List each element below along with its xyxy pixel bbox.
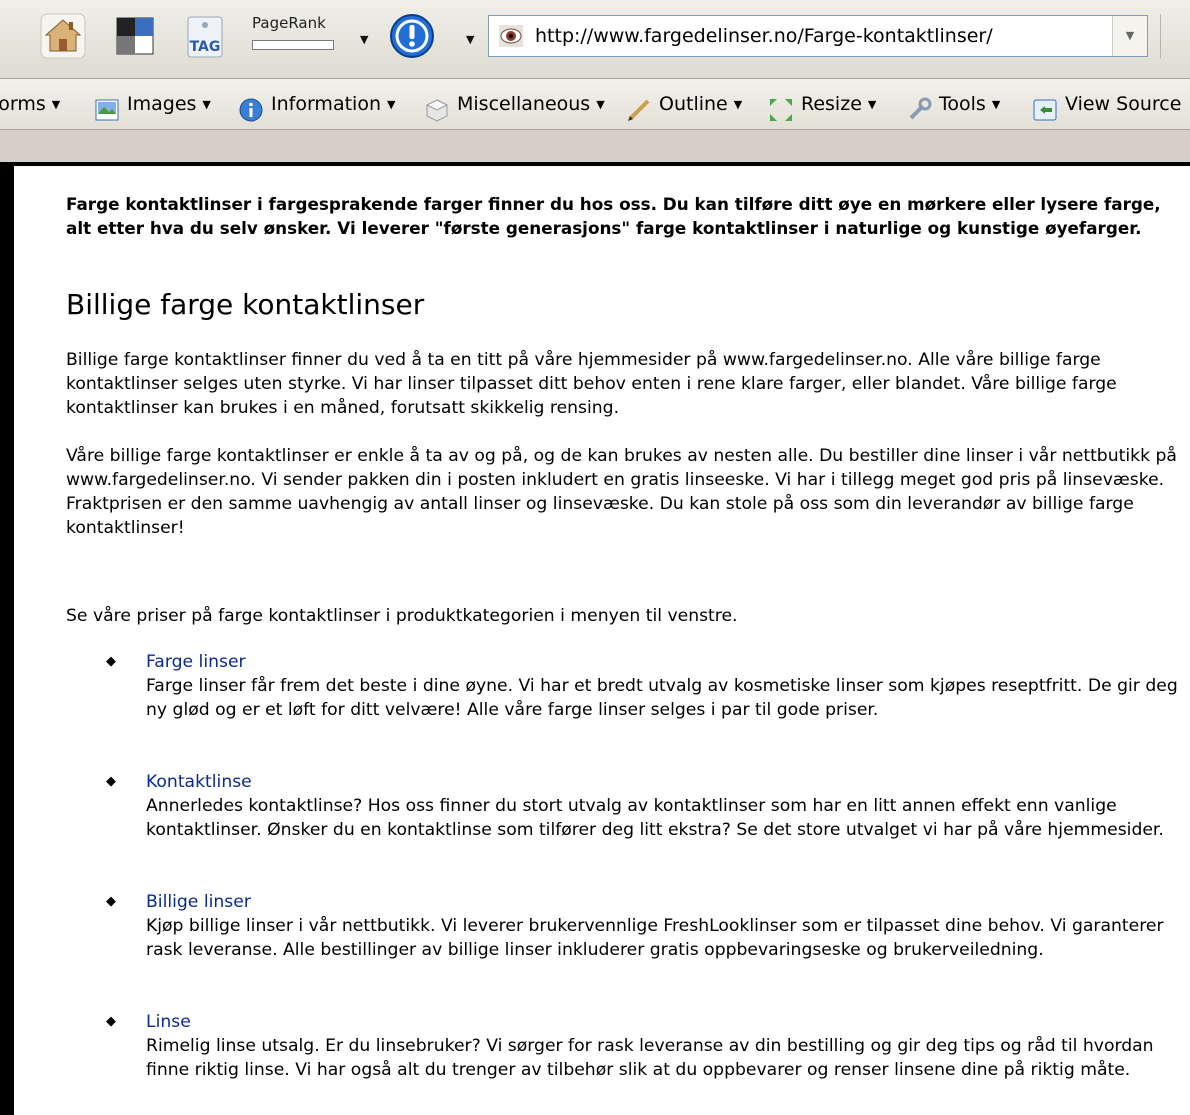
menu-resize[interactable]: Resize ▼ — [768, 79, 876, 129]
site-favicon-eye-icon — [499, 25, 523, 47]
intro-text: Farge kontaktlinser i fargesprakende far… — [66, 194, 1161, 238]
tag-icon[interactable]: TAG — [182, 13, 228, 59]
empty-toolbar-strip — [0, 130, 1190, 162]
outline-icon — [626, 92, 652, 121]
menu-forms[interactable]: Forms ▼ — [0, 79, 60, 129]
pagerank-dropdown-icon[interactable]: ▼ — [360, 33, 368, 46]
link-billige-linser[interactable]: Billige linser — [146, 890, 251, 914]
paragraph-1: Billige farge kontaktlinser finner du ve… — [66, 350, 1117, 418]
alert-dropdown-icon[interactable]: ▼ — [466, 33, 474, 46]
view-source-icon — [1032, 92, 1058, 120]
link-farge-linser[interactable]: Farge linser — [146, 650, 246, 674]
bullet-icon: ◆ — [106, 654, 116, 669]
list-item-description: Farge linser får frem det beste i dine ø… — [146, 676, 1178, 720]
pagerank-label: PageRank — [252, 14, 326, 32]
page-heading: Billige farge kontaktlinser — [66, 288, 425, 321]
bullet-icon: ◆ — [106, 894, 116, 909]
miscellaneous-icon — [424, 92, 450, 122]
svg-text:TAG: TAG — [190, 39, 221, 55]
menu-forms-label: Forms — [0, 93, 46, 115]
menu-outline-label: Outline — [659, 93, 728, 115]
menu-images[interactable]: Images ▼ — [94, 79, 211, 129]
resize-icon — [768, 92, 794, 121]
menu-tools-label: Tools — [939, 93, 986, 115]
menu-outline[interactable]: Outline ▼ — [626, 79, 742, 129]
link-linse[interactable]: Linse — [146, 1010, 191, 1034]
alert-icon[interactable] — [388, 12, 436, 60]
menu-miscellaneous-label: Miscellaneous — [457, 93, 591, 115]
list-item-description: Annerledes kontaktlinse? Hos oss finner … — [146, 796, 1164, 840]
menu-tools[interactable]: Tools ▼ — [906, 79, 1000, 129]
menu-information-label: Information — [271, 93, 381, 115]
url-bar[interactable]: http://www.fargedelinser.no/Farge-kontak… — [488, 15, 1148, 57]
chevron-down-icon: ▼ — [733, 97, 743, 111]
navigation-toolbar: TAG PageRank ▼ ▼ http://www.fargedelinse… — [0, 0, 1190, 79]
layout-square-icon[interactable] — [112, 13, 158, 59]
menu-miscellaneous[interactable]: Miscellaneous ▼ — [424, 79, 605, 129]
web-page-content[interactable]: Farge kontaktlinser i fargesprakende far… — [14, 166, 1190, 1115]
list-item-description: Kjøp billige linser i vår nettbutikk. Vi… — [146, 916, 1164, 960]
pagerank-bar — [252, 40, 334, 50]
bullet-icon: ◆ — [106, 774, 116, 789]
chevron-down-icon: ▼ — [867, 97, 877, 111]
link-kontaktlinse[interactable]: Kontaktlinse — [146, 770, 252, 794]
menu-view-source-label: View Source — [1065, 93, 1182, 115]
chevron-down-icon: ▼ — [596, 97, 605, 111]
menu-view-source[interactable]: View Source — [1032, 79, 1181, 129]
chevron-down-icon: ▼ — [991, 97, 1001, 111]
bullet-icon: ◆ — [106, 1014, 116, 1029]
menu-information[interactable]: Information ▼ — [238, 79, 395, 129]
chevron-down-icon: ▼ — [386, 97, 396, 111]
toolbar-edge — [1160, 14, 1190, 58]
web-developer-toolbar: Forms ▼ Images ▼ Information ▼ Miscellaneou… — [0, 79, 1190, 130]
pagerank-widget[interactable]: PageRank — [252, 14, 362, 58]
menu-resize-label: Resize — [801, 93, 862, 115]
list-item-description: Rimelig linse utsalg. Er du linsebruker?… — [146, 1036, 1154, 1080]
url-text[interactable]: http://www.fargedelinser.no/Farge-kontak… — [535, 25, 993, 47]
chevron-down-icon: ▼ — [51, 97, 61, 111]
paragraph-3: Se våre priser på farge kontaktlinser i … — [66, 606, 738, 626]
home-icon[interactable] — [40, 13, 86, 59]
tools-icon — [906, 92, 932, 119]
information-icon — [238, 92, 264, 121]
menu-images-label: Images — [127, 93, 197, 115]
url-history-dropdown-icon[interactable]: ▼ — [1112, 16, 1147, 56]
chevron-down-icon: ▼ — [202, 97, 211, 111]
images-icon — [94, 92, 120, 120]
paragraph-2: Våre billige farge kontaktlinser er enkl… — [66, 446, 1177, 538]
